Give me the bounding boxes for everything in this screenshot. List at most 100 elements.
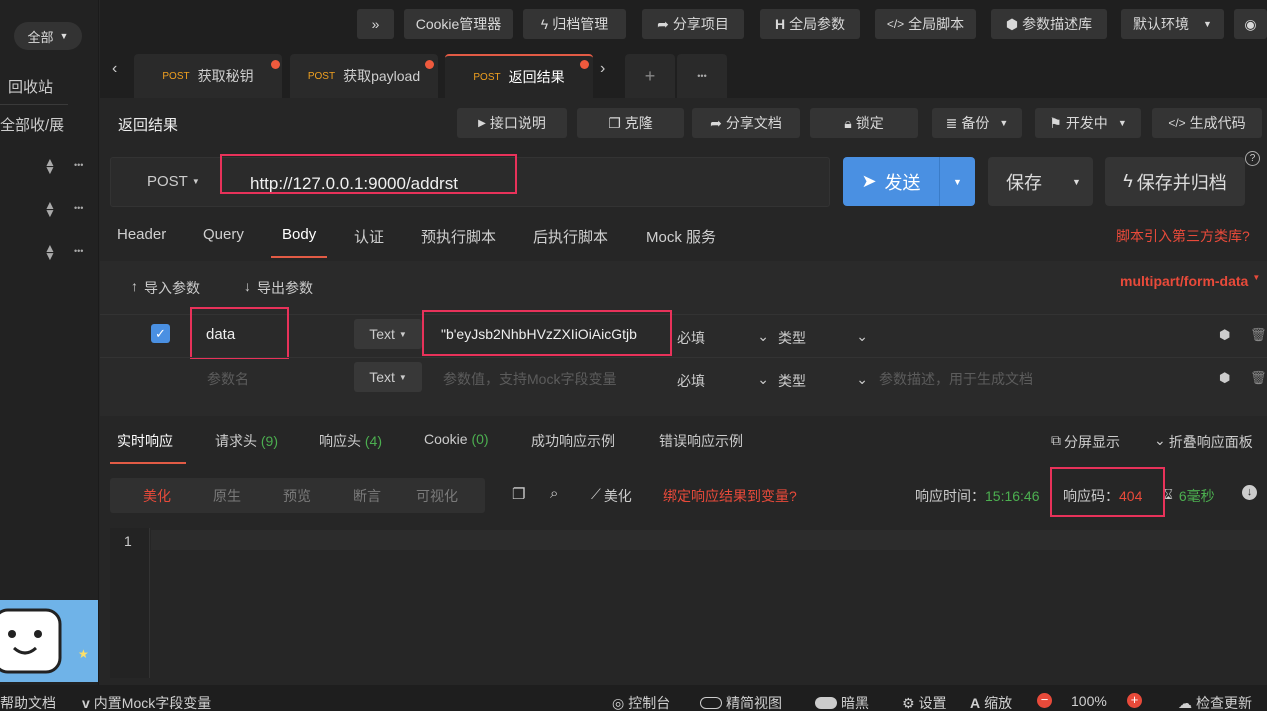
sort-icon[interactable]: ▲ ▼	[44, 199, 56, 219]
compact-view-toggle[interactable]: 精简视图	[700, 693, 782, 711]
zoom-out-button[interactable]: −	[1037, 693, 1052, 708]
param-type-select[interactable]: Text ▼	[354, 362, 422, 392]
search-icon[interactable]: ⌕	[550, 485, 558, 502]
param-value-input[interactable]: 参数值，支持Mock字段变量	[443, 369, 616, 389]
copy-icon[interactable]: ❐	[512, 485, 525, 503]
tab-label: 返回结果	[508, 69, 565, 85]
save-archive-button[interactable]: ϟ 保存并归档	[1105, 157, 1245, 206]
tab-get-payload[interactable]: POST 获取payload	[290, 54, 438, 98]
sort-icon[interactable]: ▲ ▼	[44, 242, 56, 262]
tab-get-key[interactable]: POST 获取秘钥	[134, 54, 282, 98]
help-doc-link[interactable]: 帮助文档	[0, 693, 56, 711]
more-icon[interactable]: •••	[74, 160, 83, 170]
fold-panel-button[interactable]: ⌄ 折叠响应面板	[1154, 432, 1253, 452]
value-highlight-box	[422, 310, 672, 356]
sort-icon[interactable]: ▲ ▼	[44, 156, 56, 176]
param-type-select[interactable]: Text ▼	[354, 319, 422, 349]
dev-status-dropdown[interactable]: ⚑ 开发中 ▼	[1035, 108, 1141, 138]
add-tab-button[interactable]: +	[625, 54, 675, 98]
more-icon[interactable]: •••	[74, 203, 83, 213]
clone-button[interactable]: ❐ 克隆	[577, 108, 684, 138]
cookie-manager-button[interactable]: Cookie管理器	[404, 9, 513, 39]
tab-mock[interactable]: Mock 服务	[646, 226, 716, 247]
caret-down-icon[interactable]: ▼	[940, 177, 975, 187]
more-icon[interactable]: •••	[74, 246, 83, 256]
tab-pre-script[interactable]: 预执行脚本	[421, 226, 496, 247]
backup-dropdown[interactable]: ≣ 备份 ▼	[932, 108, 1022, 138]
import-params-button[interactable]: ↑ 导入参数	[131, 278, 200, 298]
archive-manage-label: 归档管理	[552, 16, 609, 32]
beautify-button[interactable]: ⟋ 美化	[591, 486, 632, 506]
tab-header[interactable]: Header	[117, 226, 166, 243]
env-dropdown[interactable]: 默认环境 ▼	[1121, 9, 1224, 39]
caret-down-icon[interactable]: ▼	[1060, 177, 1093, 187]
response-editor[interactable]	[110, 528, 1267, 678]
tab-cookie[interactable]: Cookie (0)	[424, 431, 489, 447]
tab-return-result[interactable]: POST 返回结果	[445, 54, 593, 98]
tab-success-example[interactable]: 成功响应示例	[531, 431, 615, 451]
tab-realtime[interactable]: 实时响应	[117, 431, 173, 451]
dark-mode-toggle[interactable]: 暗黑	[815, 693, 869, 711]
collapse-expand-all[interactable]: 全部收/展	[0, 114, 64, 135]
expand-button[interactable]: »	[357, 9, 394, 39]
zoom-in-button[interactable]: +	[1127, 693, 1142, 708]
tab-post-script[interactable]: 后执行脚本	[533, 226, 608, 247]
share-project-button[interactable]: ➦ 分享项目	[642, 9, 744, 39]
share-doc-button[interactable]: ➦ 分享文档	[692, 108, 800, 138]
param-desc-lib-button[interactable]: ⬢ 参数描述库	[991, 9, 1107, 39]
trash-icon[interactable]: 🗑︎	[1250, 370, 1267, 386]
download-icon[interactable]: ↓	[1242, 485, 1257, 500]
split-view-button[interactable]: ⧉ 分屏显示	[1051, 432, 1120, 452]
api-doc-button[interactable]: ▶ 接口说明	[457, 108, 567, 138]
global-params-button[interactable]: H 全局参数	[760, 9, 860, 39]
check-update-button[interactable]: ☁ 检查更新	[1178, 693, 1252, 711]
content-type-select[interactable]: multipart/form-data ▼	[1120, 273, 1260, 289]
share-doc-label: 分享文档	[725, 115, 782, 131]
kind-select[interactable]: 类型 ⌄	[778, 371, 868, 391]
tab-body[interactable]: Body	[282, 226, 316, 243]
filter-dropdown[interactable]: 全部 ▼	[14, 22, 82, 50]
view-mode-raw[interactable]: 原生	[213, 486, 241, 506]
row-checkbox[interactable]: ✓	[151, 324, 170, 343]
tab-prev-icon[interactable]: ‹	[112, 60, 117, 78]
tab-request-headers[interactable]: 请求头 (9)	[215, 431, 278, 451]
tab-query[interactable]: Query	[203, 226, 244, 243]
tab-auth[interactable]: 认证	[354, 226, 384, 247]
param-desc-input[interactable]: 参数描述，用于生成文档	[879, 369, 1033, 389]
backup-label: 备份	[961, 115, 990, 131]
view-mode-visualize[interactable]: 可视化	[416, 486, 458, 506]
param-key-input[interactable]: 参数名	[207, 369, 249, 389]
third-party-link[interactable]: 脚本引入第三方类库?	[1116, 226, 1250, 246]
tab-more-button[interactable]: •••	[677, 54, 727, 98]
archive-manage-button[interactable]: ϟ 归档管理	[523, 9, 626, 39]
save-label: 保存	[1006, 172, 1042, 193]
tab-error-example[interactable]: 错误响应示例	[659, 431, 743, 451]
cube-icon[interactable]: ⬢	[1219, 370, 1230, 386]
kind-select[interactable]: 类型 ⌄	[778, 328, 868, 348]
trash-icon[interactable]: 🗑︎	[1250, 327, 1267, 343]
save-button[interactable]: 保存 ▼	[988, 157, 1093, 206]
export-params-button[interactable]: ↓ 导出参数	[244, 278, 313, 298]
console-button[interactable]: ◎ 控制台	[612, 693, 670, 711]
recycle-bin-link[interactable]: 回收站	[8, 76, 53, 97]
gen-code-button[interactable]: </> 生成代码	[1152, 108, 1262, 138]
api-doc-label: 接口说明	[489, 115, 546, 131]
cube-icon[interactable]: ⬢	[1219, 327, 1230, 343]
view-mode-preview[interactable]: 预览	[283, 486, 311, 506]
required-select[interactable]: 必填 ⌄	[677, 328, 769, 348]
bind-variable-link[interactable]: 绑定响应结果到变量?	[663, 486, 797, 506]
method-select[interactable]: POST ▼	[147, 173, 200, 190]
settings-button[interactable]: ⚙ 设置	[902, 693, 947, 711]
mock-vars-link[interactable]: v 内置Mock字段变量	[82, 693, 211, 711]
view-mode-assert[interactable]: 断言	[353, 486, 381, 506]
eye-button[interactable]: ◉	[1234, 9, 1267, 39]
send-button[interactable]: ➤ 发送 ▼	[843, 157, 975, 206]
response-time-value: 15:16:46	[985, 488, 1040, 504]
required-select[interactable]: 必填 ⌄	[677, 371, 769, 391]
help-icon[interactable]: ?	[1245, 151, 1260, 166]
tab-next-icon[interactable]: ›	[600, 60, 605, 78]
lock-button[interactable]: 🔒︎ 锁定	[810, 108, 918, 138]
global-script-button[interactable]: </> 全局脚本	[875, 9, 976, 39]
tab-response-headers[interactable]: 响应头 (4)	[319, 431, 382, 451]
view-mode-beautify[interactable]: 美化	[143, 486, 171, 506]
